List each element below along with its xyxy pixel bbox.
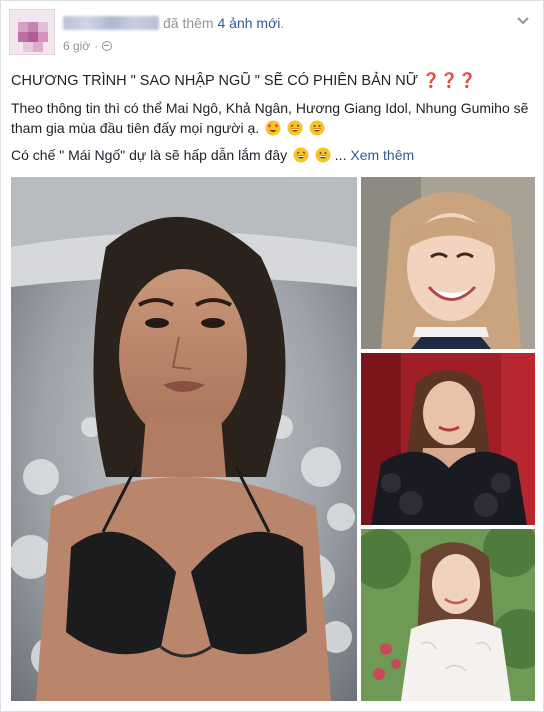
post-paragraph-2: Có chế " Mái Ngố" dự là sẽ hấp dẫn lắm đ…: [11, 147, 415, 163]
main-photo[interactable]: [11, 177, 357, 701]
author-line: đã thêm 4 ảnh mới.: [63, 15, 284, 31]
post-body: CHƯƠNG TRÌNH " SAO NHẬP NGŨ " SẼ CÓ PHIÊ…: [11, 71, 531, 172]
photo-count-link[interactable]: 4 ảnh mới: [217, 15, 280, 31]
author-name-blurred[interactable]: [63, 16, 159, 30]
chevron-down-icon[interactable]: [515, 13, 531, 29]
post-title: CHƯƠNG TRÌNH " SAO NHẬP NGŨ " SẼ CÓ PHIÊ…: [11, 73, 419, 89]
post-title-line: CHƯƠNG TRÌNH " SAO NHẬP NGŨ " SẼ CÓ PHIÊ…: [11, 71, 531, 91]
grinning-emoji-icon: [293, 147, 309, 163]
side-photo-1[interactable]: [361, 177, 535, 349]
post-paragraph-1: Theo thông tin thì có thể Mai Ngô, Khả N…: [11, 100, 529, 136]
globe-icon[interactable]: [102, 41, 113, 51]
ellipsis: ...: [334, 147, 347, 163]
grinning-emoji-icon: [287, 120, 303, 136]
author-line-suffix: .: [280, 15, 285, 31]
heart-eyes-emoji-icon: [265, 120, 281, 136]
smiling-emoji-icon: [309, 120, 325, 136]
post-timestamp[interactable]: 6 giờ: [63, 39, 90, 53]
author-action-text: đã thêm: [163, 15, 214, 31]
see-more-link[interactable]: Xem thêm: [350, 147, 414, 163]
question-marks: ❓❓❓: [422, 73, 477, 89]
smiling-emoji-icon: [315, 147, 331, 163]
post-meta: 6 giờ ·: [63, 39, 113, 53]
post-header: đã thêm 4 ảnh mới. 6 giờ ·: [9, 9, 535, 59]
side-photo-3[interactable]: [361, 529, 535, 701]
feed-post-card: đã thêm 4 ảnh mới. 6 giờ · CHƯƠNG TRÌNH …: [0, 0, 544, 712]
side-photo-2[interactable]: [361, 353, 535, 525]
author-avatar[interactable]: [9, 9, 55, 55]
